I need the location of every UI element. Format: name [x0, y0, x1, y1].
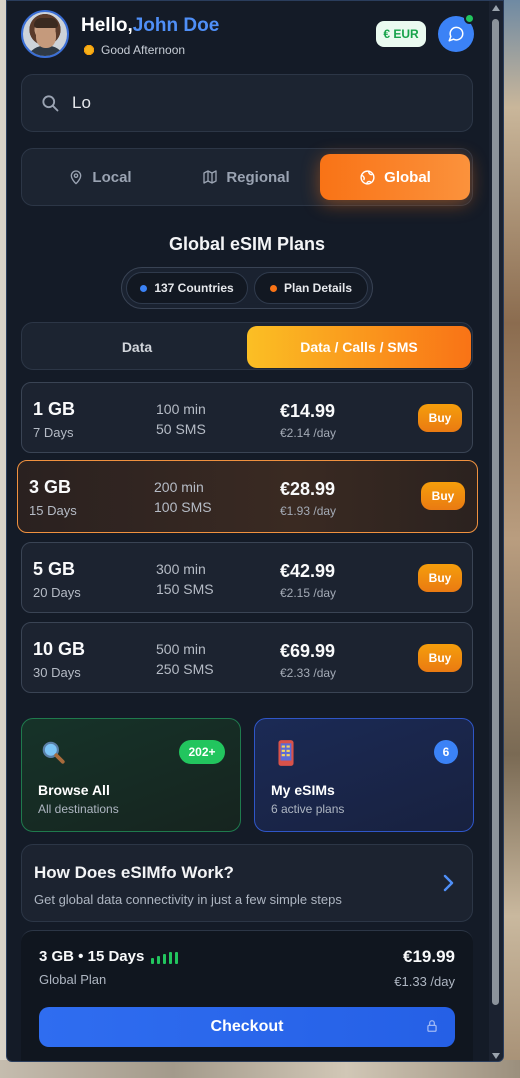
tab-regional-label: Regional — [226, 168, 290, 186]
chat-bubble-icon — [448, 26, 464, 42]
desktop-background-bottom — [0, 1060, 520, 1078]
plan-price: €28.99 — [280, 479, 336, 499]
tab-local-label: Local — [92, 168, 132, 186]
avatar[interactable] — [21, 10, 69, 58]
active-plans-badge: 6 — [434, 740, 458, 764]
scroll-thumb[interactable] — [492, 19, 499, 1005]
tab-local[interactable]: Local — [30, 154, 170, 200]
total-per-day: €1.33 /day — [394, 974, 455, 989]
map-pin-icon — [71, 170, 82, 185]
lock-icon — [427, 1020, 437, 1032]
plan-details-chip[interactable]: Plan Details — [254, 272, 368, 304]
plan-gb: 5 GB — [33, 559, 76, 579]
search-icon — [42, 95, 59, 112]
plan-price: €42.99 — [280, 561, 336, 581]
tab-data-calls-sms[interactable]: Data / Calls / SMS — [247, 326, 471, 368]
plan-price: €14.99 — [280, 401, 336, 421]
countries-chip-label: 137 Countries — [154, 281, 234, 295]
browse-all-card[interactable]: 202+ Browse All All destinations — [21, 718, 241, 832]
plan-minutes: 300 min — [156, 561, 206, 577]
plan-card[interactable]: 5 GB 20 Days 300 min 150 SMS €42.99 €2.1… — [21, 542, 473, 613]
phone-icon — [278, 740, 294, 766]
online-status-dot — [464, 13, 475, 24]
sun-icon — [83, 44, 95, 56]
browse-all-title: Browse All — [38, 782, 110, 798]
plan-gb: 3 GB — [29, 477, 72, 497]
tab-data[interactable]: Data — [26, 326, 248, 368]
my-esims-title: My eSIMs — [271, 782, 335, 798]
plan-sms: 50 SMS — [156, 421, 206, 437]
chevron-right-icon — [443, 874, 454, 892]
section-title: Global eSIM Plans — [168, 234, 326, 254]
info-chips: 137 Countries Plan Details — [121, 267, 373, 309]
plan-card[interactable]: 1 GB 7 Days 100 min 50 SMS €14.99 €2.14 … — [21, 382, 473, 453]
plan-minutes: 500 min — [156, 641, 206, 657]
plan-gb: 10 GB — [33, 639, 86, 659]
how-it-works-desc: Get global data connectivity in just a f… — [34, 892, 342, 907]
user-name: John Doe — [132, 15, 220, 36]
plan-gb: 1 GB — [33, 399, 76, 419]
plan-per-day: €1.93 /day — [280, 504, 337, 518]
blue-dot-icon — [140, 284, 148, 292]
plan-minutes: 100 min — [156, 401, 206, 417]
plan-card-selected[interactable]: 3 GB 15 Days 200 min 100 SMS €28.99 €1.9… — [17, 460, 478, 533]
countries-chip[interactable]: 137 Countries — [126, 272, 248, 304]
plan-per-day: €2.14 /day — [280, 426, 337, 440]
plan-days: 20 Days — [33, 585, 81, 600]
greeting: Hello,John Doe — [81, 15, 220, 36]
plan-days: 15 Days — [29, 503, 77, 518]
plan-days: 7 Days — [33, 425, 74, 440]
plan-per-day: €2.15 /day — [280, 586, 337, 600]
tab-global[interactable]: Global — [320, 154, 470, 200]
search-input[interactable] — [72, 93, 432, 113]
subgreeting: Good Afternoon — [83, 43, 185, 57]
how-it-works-card[interactable]: How Does eSIMfo Work? Get global data co… — [21, 844, 473, 922]
buy-button[interactable]: Buy — [421, 482, 465, 510]
plan-sms: 100 SMS — [154, 499, 212, 515]
scroll-up-arrow-icon[interactable] — [492, 5, 500, 11]
scrollbar[interactable] — [489, 1, 503, 1061]
plan-sms: 250 SMS — [156, 661, 214, 677]
browse-all-desc: All destinations — [38, 802, 119, 816]
plan-price: €69.99 — [280, 641, 336, 661]
search-bar[interactable] — [21, 74, 473, 132]
scroll-down-arrow-icon[interactable] — [492, 1053, 500, 1059]
selected-plan-summary: 3 GB • 15 Days — [39, 948, 145, 965]
plan-days: 30 Days — [33, 665, 81, 680]
orange-dot-icon — [269, 284, 277, 292]
plan-per-day: €2.33 /day — [280, 666, 337, 680]
map-icon — [203, 170, 217, 184]
plan-details-chip-label: Plan Details — [283, 281, 353, 295]
checkout-label: Checkout — [210, 1018, 284, 1035]
checkout-panel: 3 GB • 15 Days Global Plan €19.99 €1.33 … — [21, 930, 473, 1061]
buy-button[interactable]: Buy — [418, 644, 462, 672]
plan-sms: 150 SMS — [156, 581, 214, 597]
currency-button[interactable]: € EUR — [376, 21, 426, 47]
selected-plan-type: Global Plan — [39, 972, 107, 987]
my-esims-desc: 6 active plans — [271, 802, 345, 816]
region-tabs: Local Regional Global — [21, 148, 473, 206]
plan-minutes: 200 min — [154, 479, 204, 495]
subgreeting-text: Good Afternoon — [101, 43, 186, 57]
my-esims-card[interactable]: 6 My eSIMs 6 active plans — [254, 718, 474, 832]
globe-icon — [360, 169, 375, 185]
total-price: €19.99 — [403, 947, 455, 966]
app-window: Hello,John Doe Good Afternoon € EUR Loca… — [6, 0, 504, 1062]
tab-regional[interactable]: Regional — [176, 154, 316, 200]
destinations-count-badge: 202+ — [179, 740, 225, 764]
buy-button[interactable]: Buy — [418, 404, 462, 432]
checkout-button[interactable]: Checkout — [39, 1007, 455, 1047]
buy-button[interactable]: Buy — [418, 564, 462, 592]
tab-global-label: Global — [384, 168, 431, 186]
signal-strength-icon — [151, 952, 178, 964]
plan-type-toggle: Data Data / Calls / SMS — [21, 322, 473, 370]
magnifier-icon — [42, 741, 65, 764]
plan-card[interactable]: 10 GB 30 Days 500 min 250 SMS €69.99 €2.… — [21, 622, 473, 693]
how-it-works-title: How Does eSIMfo Work? — [34, 863, 234, 882]
